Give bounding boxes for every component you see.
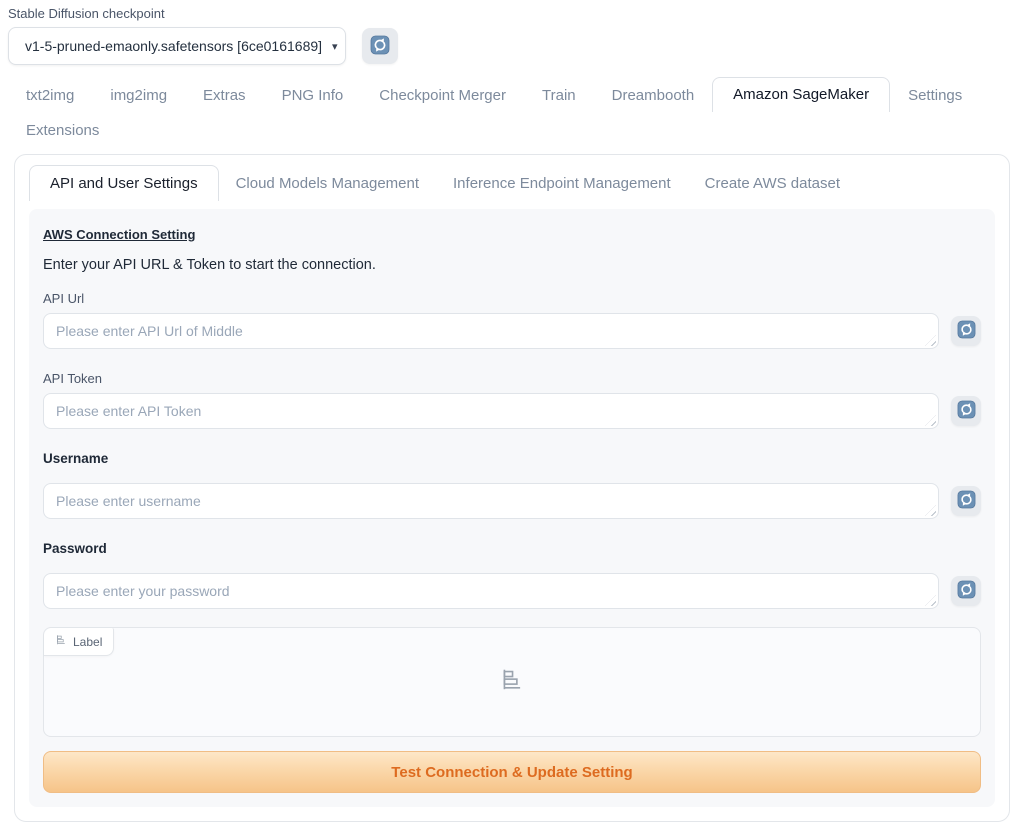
subtab-cloud-models-management[interactable]: Cloud Models Management bbox=[219, 166, 436, 201]
chevron-down-icon: ▾ bbox=[332, 40, 338, 53]
empty-output-icon bbox=[499, 667, 525, 698]
tab-img2img[interactable]: img2img bbox=[92, 79, 185, 112]
api-token-input[interactable] bbox=[43, 393, 939, 429]
tab-train[interactable]: Train bbox=[524, 79, 594, 112]
subtab-api-user-settings[interactable]: API and User Settings bbox=[29, 165, 219, 201]
refresh-icon bbox=[957, 580, 976, 602]
refresh-icon bbox=[957, 490, 976, 512]
connection-result-output: Label bbox=[43, 627, 981, 737]
output-label-text: Label bbox=[73, 635, 102, 649]
main-tab-bar: txt2img img2img Extras PNG Info Checkpoi… bbox=[0, 65, 1010, 147]
refresh-icon bbox=[957, 400, 976, 422]
api-token-label: API Token bbox=[43, 371, 981, 386]
tab-txt2img[interactable]: txt2img bbox=[8, 79, 92, 112]
checkpoint-bar: Stable Diffusion checkpoint v1-5-pruned-… bbox=[0, 0, 1024, 65]
refresh-icon bbox=[957, 320, 976, 342]
checkpoint-label: Stable Diffusion checkpoint bbox=[8, 6, 1016, 21]
test-connection-button[interactable]: Test Connection & Update Setting bbox=[43, 751, 981, 793]
password-input[interactable] bbox=[43, 573, 939, 609]
checkpoint-value: v1-5-pruned-emaonly.safetensors [6ce0161… bbox=[25, 38, 322, 54]
tab-png-info[interactable]: PNG Info bbox=[264, 79, 362, 112]
refresh-checkpoints-button[interactable] bbox=[362, 28, 398, 64]
subtab-inference-endpoint-management[interactable]: Inference Endpoint Management bbox=[436, 166, 688, 201]
refresh-icon bbox=[370, 35, 390, 58]
refresh-api-url-button[interactable] bbox=[951, 316, 981, 346]
api-url-label: API Url bbox=[43, 291, 981, 306]
password-label: Password bbox=[43, 541, 981, 556]
sagemaker-sub-tab-bar: API and User Settings Cloud Models Manag… bbox=[29, 165, 995, 201]
password-field-group: Password bbox=[43, 541, 981, 609]
username-field-group: Username bbox=[43, 451, 981, 519]
refresh-username-button[interactable] bbox=[951, 486, 981, 516]
tab-dreambooth[interactable]: Dreambooth bbox=[594, 79, 713, 112]
subtab-create-aws-dataset[interactable]: Create AWS dataset bbox=[688, 166, 857, 201]
tab-checkpoint-merger[interactable]: Checkpoint Merger bbox=[361, 79, 524, 112]
output-label-badge: Label bbox=[44, 628, 114, 656]
aws-connection-form: AWS Connection Setting Enter your API UR… bbox=[29, 209, 995, 807]
api-url-input[interactable] bbox=[43, 313, 939, 349]
tab-settings[interactable]: Settings bbox=[890, 79, 980, 112]
refresh-api-token-button[interactable] bbox=[951, 396, 981, 426]
refresh-password-button[interactable] bbox=[951, 576, 981, 606]
tab-extras[interactable]: Extras bbox=[185, 79, 264, 112]
tab-amazon-sagemaker[interactable]: Amazon SageMaker bbox=[712, 77, 890, 112]
username-label: Username bbox=[43, 451, 981, 466]
username-input[interactable] bbox=[43, 483, 939, 519]
label-output-icon bbox=[55, 634, 67, 649]
tab-extensions[interactable]: Extensions bbox=[8, 114, 117, 147]
sagemaker-panel: API and User Settings Cloud Models Manag… bbox=[14, 154, 1010, 822]
api-url-field-group: API Url bbox=[43, 291, 981, 349]
form-heading: AWS Connection Setting bbox=[43, 227, 981, 242]
api-token-field-group: API Token bbox=[43, 371, 981, 429]
checkpoint-dropdown[interactable]: v1-5-pruned-emaonly.safetensors [6ce0161… bbox=[8, 27, 346, 65]
form-description: Enter your API URL & Token to start the … bbox=[43, 257, 981, 273]
